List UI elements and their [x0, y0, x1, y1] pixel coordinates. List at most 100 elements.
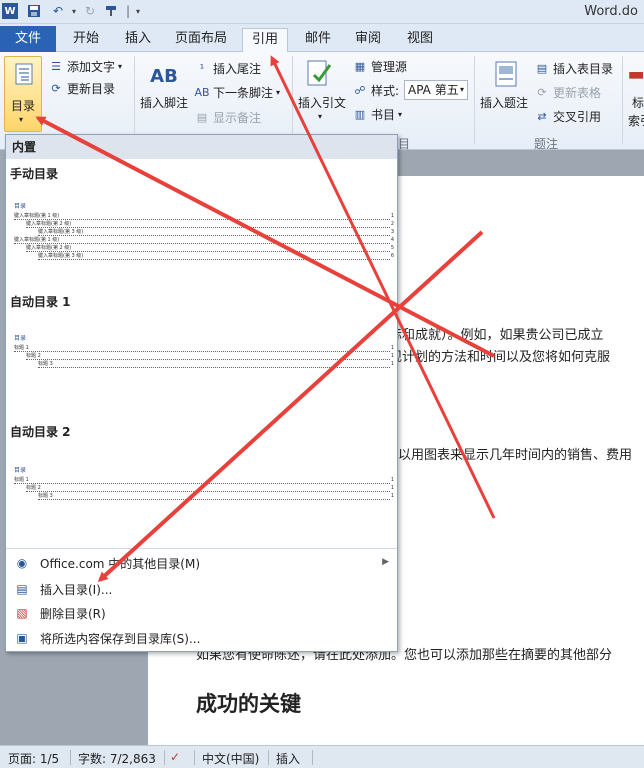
- insert-endnote-label: 插入尾注: [213, 62, 262, 76]
- toc-dropdown-icon: ▾: [19, 115, 24, 124]
- status-bar: 页面: 1/5 字数: 7/2,863 ✓ 中文(中国) 插入: [0, 745, 644, 768]
- status-separator: [268, 750, 269, 765]
- save-to-gallery-menu-item[interactable]: ▣ 将所选内容保存到目录库(S)...: [6, 626, 397, 650]
- group-separator: [622, 56, 623, 144]
- toc-preview-manual[interactable]: 目录 键入章标题(第 1 级) 1 键入章标题(第 2 级) 2 键入章标题(第 3…: [14, 201, 394, 267]
- tab-insert[interactable]: 插入: [116, 28, 160, 52]
- insert-mode-indicator[interactable]: 插入: [276, 750, 300, 767]
- word-app-icon[interactable]: W: [2, 3, 18, 19]
- title-bar: W ↶ ▾ ↻ | ▾ Word.do: [0, 0, 644, 24]
- toc-button-label: 目录: [11, 99, 36, 113]
- insert-citation-dropdown-icon[interactable]: ▾: [318, 112, 322, 121]
- gallery-title-auto-1: 自动目录 1: [10, 295, 71, 309]
- tab-references[interactable]: 引用: [242, 28, 288, 53]
- update-toc-button[interactable]: ⟳ 更新目录: [48, 80, 115, 97]
- show-notes-icon: ▤: [196, 111, 208, 124]
- word-count[interactable]: 字数: 7/2,863: [78, 750, 156, 767]
- proofing-icon[interactable]: ✓: [170, 750, 180, 764]
- office-globe-icon: ◉: [16, 556, 28, 570]
- toc-icon: [15, 63, 33, 88]
- toc-button[interactable]: 目录 ▾: [4, 56, 42, 132]
- next-footnote-icon: AB: [194, 86, 210, 99]
- insert-citation-button[interactable]: 插入引文: [298, 94, 346, 111]
- preview-title: 目录: [14, 467, 27, 474]
- window-title: Word.do: [584, 4, 638, 19]
- status-separator: [70, 750, 71, 765]
- preview-line: 标题 21: [26, 485, 394, 492]
- insert-citation-icon: [304, 58, 336, 90]
- save-icon[interactable]: [26, 3, 42, 19]
- tab-page-layout[interactable]: 页面布局: [168, 28, 234, 52]
- preview-line: 键入章标题(第 2 级) 5: [26, 245, 394, 252]
- show-notes-label: 显示备注: [213, 111, 262, 125]
- next-footnote-label: 下一条脚注: [213, 86, 274, 100]
- doc-line: 以用图表来显示几年时间内的销售、费用: [398, 448, 633, 463]
- undo-icon[interactable]: ↶: [50, 3, 66, 19]
- bibliography-label: 书目: [371, 108, 396, 122]
- ribbon-tabs: 文件 开始 插入 页面布局 引用 邮件 审阅 视图: [0, 24, 644, 53]
- mark-entry-icon: ▬: [627, 63, 644, 85]
- insert-endnote-button[interactable]: ¹ 插入尾注: [194, 60, 261, 77]
- tab-file[interactable]: 文件: [0, 26, 56, 52]
- tab-mailings[interactable]: 邮件: [296, 28, 340, 52]
- add-text-icon: ☰: [51, 60, 61, 73]
- status-separator: [164, 750, 165, 765]
- mark-entry-label[interactable]: 标: [632, 94, 644, 111]
- update-table-button[interactable]: ⟳ 更新表格: [534, 84, 601, 101]
- add-text-button[interactable]: ☰ 添加文字 ▾: [48, 58, 122, 75]
- table-figures-icon: ▤: [536, 62, 548, 75]
- toc-preview-auto-2[interactable]: 目录 标题 11 标题 21 标题 31: [14, 465, 394, 501]
- group-separator: [292, 56, 293, 144]
- citation-style-select[interactable]: APA 第五 ▾: [404, 80, 468, 100]
- cross-reference-button[interactable]: ⇄ 交叉引用: [534, 108, 601, 125]
- add-text-dropdown-icon: ▾: [118, 62, 123, 71]
- status-separator: [194, 750, 195, 765]
- format-painter-icon[interactable]: [103, 3, 119, 19]
- update-toc-label: 更新目录: [67, 82, 116, 96]
- preview-line: 键入章标题(第 3 级) 6: [38, 253, 394, 260]
- style-label-text: 样式:: [371, 84, 400, 98]
- toc-dropdown-menu: 内置 手动目录 目录 键入章标题(第 1 级) 1 键入章标题(第 2 级) 2 键…: [5, 134, 398, 652]
- undo-dropdown-icon[interactable]: ▾: [66, 3, 82, 19]
- add-text-label: 添加文字: [67, 60, 116, 74]
- style-icon: ☍: [354, 84, 366, 97]
- menu-item-label: 删除目录(R): [40, 606, 106, 621]
- menu-item-label: 插入目录(I)...: [40, 582, 113, 597]
- save-to-gallery-icon: ▣: [16, 631, 28, 645]
- insert-toc-menu-item[interactable]: ▤ 插入目录(I)...: [6, 577, 397, 601]
- bibliography-button[interactable]: ▥ 书目 ▾: [352, 106, 402, 123]
- citation-style-dropdown-icon: ▾: [459, 85, 464, 94]
- language-indicator[interactable]: 中文(中国): [202, 750, 259, 767]
- group-separator: [134, 56, 135, 144]
- endnote-icon: ¹: [199, 62, 205, 75]
- show-notes-button[interactable]: ▤ 显示备注: [194, 109, 261, 126]
- redo-icon[interactable]: ↻: [82, 3, 98, 19]
- tab-review[interactable]: 审阅: [346, 28, 390, 52]
- page-count[interactable]: 页面: 1/5: [8, 750, 59, 767]
- insert-caption-button[interactable]: 插入题注: [480, 94, 528, 111]
- remove-toc-menu-item[interactable]: ▧ 删除目录(R): [6, 601, 397, 625]
- preview-line: 键入章标题(第 1 级) 1: [14, 213, 394, 220]
- preview-line: 键入章标题(第 2 级) 2: [26, 221, 394, 228]
- insert-footnote-button[interactable]: 插入脚注: [140, 94, 188, 111]
- manage-sources-button[interactable]: ▦ 管理源: [352, 58, 407, 75]
- index-label[interactable]: 索引: [628, 112, 644, 129]
- bibliography-icon: ▥: [354, 108, 366, 121]
- doc-line: 实现计划的方法和时间以及您将如何克服: [376, 350, 611, 365]
- insert-table-figures-button[interactable]: ▤ 插入表目录: [534, 60, 613, 77]
- update-toc-icon: ⟳: [51, 82, 61, 95]
- cross-reference-label: 交叉引用: [553, 110, 602, 124]
- doc-line: 目标和成就）。例如，如果贵公司已成立: [376, 328, 604, 343]
- menu-item-label: 将所选内容保存到目录库(S)...: [40, 631, 201, 646]
- footnote-icon: AB: [150, 65, 178, 87]
- customize-qa-icon[interactable]: ▾: [130, 3, 146, 19]
- more-toc-office-menu-item[interactable]: ◉ Office.com 中的其他目录(M) ▶: [6, 551, 397, 575]
- toc-preview-auto-1[interactable]: 目录 标题 11 标题 21 标题 31: [14, 333, 394, 369]
- next-footnote-button[interactable]: AB 下一条脚注 ▾: [194, 84, 280, 101]
- tab-view[interactable]: 视图: [398, 28, 442, 52]
- preview-line: 标题 21: [26, 353, 394, 360]
- tab-home[interactable]: 开始: [64, 28, 108, 52]
- bibliography-dropdown-icon: ▾: [398, 110, 403, 119]
- dropdown-header: 内置: [6, 135, 397, 159]
- preview-line: 键入章标题(第 3 级) 3: [38, 229, 394, 236]
